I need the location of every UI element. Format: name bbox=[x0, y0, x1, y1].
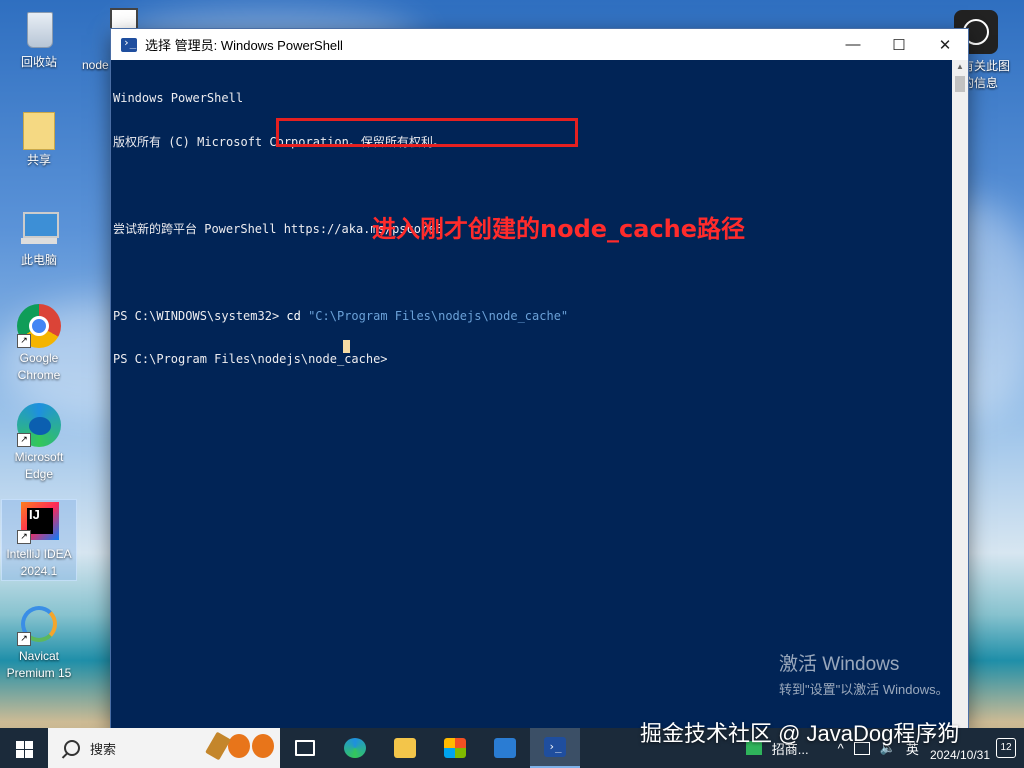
recycle-bin-icon bbox=[17, 8, 61, 52]
taskbar-edge-button[interactable] bbox=[330, 728, 380, 768]
clock-date: 2024/10/31 bbox=[929, 748, 990, 762]
desktop-icon-label: 回收站 bbox=[20, 55, 57, 69]
folder-icon bbox=[394, 738, 416, 758]
activation-subtitle: 转到"设置"以激活 Windows。 bbox=[779, 682, 949, 697]
windows-logo-icon bbox=[25, 741, 33, 749]
mail-icon bbox=[494, 738, 516, 758]
command-highlight-box bbox=[276, 118, 578, 147]
shortcut-arrow-icon: ↗ bbox=[17, 632, 31, 646]
console-output[interactable]: Windows PowerShell 版权所有 (C) Microsoft Co… bbox=[111, 60, 952, 728]
desktop-icon-this-pc[interactable]: 此电脑 bbox=[2, 206, 76, 269]
powershell-icon: ›_ bbox=[544, 737, 566, 757]
navicat-icon: ↗ bbox=[17, 602, 61, 646]
taskbar-mail-button[interactable] bbox=[480, 728, 530, 768]
search-placeholder: 搜索 bbox=[90, 741, 117, 757]
taskbar-store-button[interactable] bbox=[430, 728, 480, 768]
desktop-icon-share-folder[interactable]: 共享 bbox=[2, 106, 76, 169]
shortcut-arrow-icon: ↗ bbox=[17, 334, 31, 348]
activation-watermark: 激活 Windows 转到"设置"以激活 Windows。 bbox=[779, 649, 949, 698]
desktop-icon-label: Google Chrome bbox=[17, 351, 61, 382]
task-view-icon bbox=[295, 740, 315, 756]
console-line: Windows PowerShell bbox=[113, 91, 244, 105]
minimize-button[interactable]: — bbox=[830, 29, 876, 60]
edge-icon bbox=[344, 738, 366, 758]
taskbar-search-box[interactable]: 搜索 bbox=[48, 728, 280, 768]
desktop-icon-recycle-bin[interactable]: 回收站 bbox=[2, 8, 76, 71]
command: cd bbox=[286, 308, 301, 323]
intellij-icon: IJ ↗ bbox=[17, 500, 61, 544]
window-titlebar[interactable]: 选择 管理员: Windows PowerShell — ☐ ✕ bbox=[111, 29, 968, 60]
powershell-icon bbox=[121, 36, 137, 52]
task-view-button[interactable] bbox=[280, 728, 330, 768]
annotation-text: 进入刚才创建的node_cache路径 bbox=[372, 215, 746, 243]
text-cursor bbox=[343, 340, 350, 353]
right-icon-label: 有关此图 的信息 bbox=[962, 59, 1011, 90]
desktop-icon-label: 此电脑 bbox=[20, 253, 57, 267]
taskbar-powershell-button[interactable]: ›_ bbox=[530, 728, 580, 768]
console-command-line: PS C:\WINDOWS\system32> cd "C:\Program F… bbox=[113, 309, 950, 324]
prompt: PS C:\WINDOWS\system32> bbox=[113, 308, 287, 323]
desktop-icon-label: IntelliJ IDEA 2024.1 bbox=[6, 547, 72, 578]
maximize-button[interactable]: ☐ bbox=[876, 29, 922, 60]
shortcut-arrow-icon: ↗ bbox=[17, 433, 31, 447]
command-argument: "C:\Program Files\nodejs\node_cache" bbox=[300, 308, 569, 323]
store-icon bbox=[444, 738, 466, 758]
desktop-icon-navicat[interactable]: ↗ Navicat Premium 15 bbox=[2, 602, 76, 682]
edge-icon: ↗ bbox=[17, 403, 61, 447]
windows-logo-icon bbox=[25, 750, 33, 758]
computer-icon bbox=[17, 206, 61, 250]
desktop-icon-partial-label[interactable]: node bbox=[82, 58, 109, 72]
start-button[interactable] bbox=[0, 728, 48, 768]
desktop-icon-intellij[interactable]: IJ ↗ IntelliJ IDEA 2024.1 bbox=[1, 499, 77, 581]
scrollbar-thumb[interactable] bbox=[955, 76, 965, 92]
desktop-icon-label: Navicat Premium 15 bbox=[6, 649, 72, 680]
windows-logo-icon bbox=[16, 750, 24, 758]
search-icon bbox=[64, 740, 80, 756]
shortcut-arrow-icon: ↗ bbox=[17, 530, 31, 544]
desktop-icon-chrome[interactable]: ↗ Google Chrome bbox=[2, 304, 76, 384]
search-highlight-pumpkins-icon bbox=[205, 731, 274, 761]
folder-icon bbox=[17, 106, 61, 150]
console-prompt-line: PS C:\Program Files\nodejs\node_cache> bbox=[113, 352, 388, 366]
notification-badge[interactable]: 12 bbox=[996, 738, 1016, 758]
juejin-watermark: 掘金技术社区 @ JavaDog程序狗 bbox=[640, 721, 960, 746]
chrome-icon: ↗ bbox=[17, 304, 61, 348]
window-title: 选择 管理员: Windows PowerShell bbox=[145, 38, 343, 53]
scrollbar[interactable]: ▲ bbox=[952, 60, 968, 728]
desktop-icon-label: 共享 bbox=[26, 153, 51, 167]
activation-title: 激活 Windows bbox=[779, 654, 900, 675]
close-button[interactable]: ✕ bbox=[922, 29, 968, 60]
desktop-icon-edge[interactable]: ↗ Microsoft Edge bbox=[2, 403, 76, 483]
taskbar-explorer-button[interactable] bbox=[380, 728, 430, 768]
windows-logo-icon bbox=[16, 741, 24, 749]
desktop-icon-label: Microsoft Edge bbox=[14, 450, 64, 481]
scroll-up-icon[interactable]: ▲ bbox=[952, 60, 968, 74]
